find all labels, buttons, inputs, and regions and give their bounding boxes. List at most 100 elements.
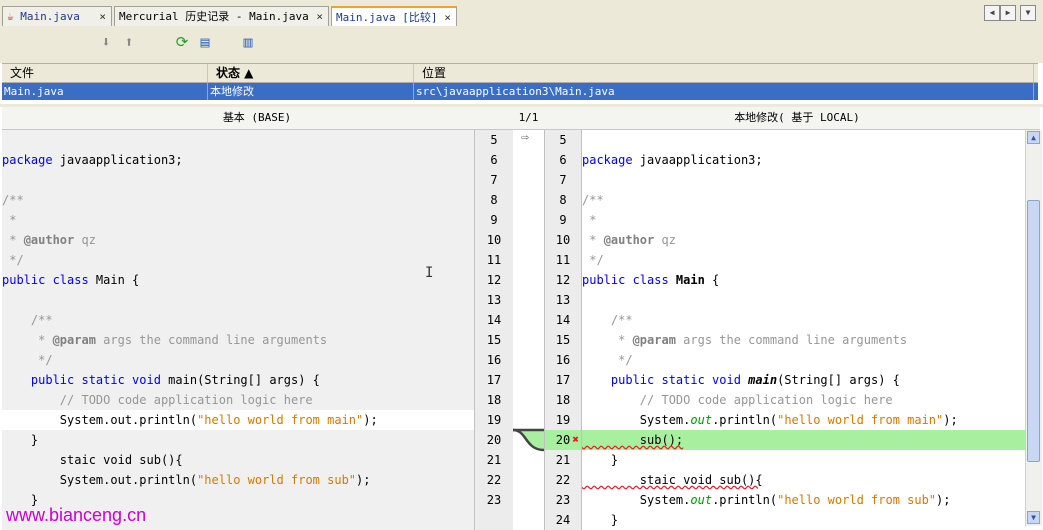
code-line: */ (2, 253, 24, 267)
line-number: 15 (486, 333, 502, 347)
code-line: public class Main { (582, 273, 720, 287)
close-icon[interactable]: × (316, 7, 323, 27)
code-line: * @param args the command line arguments (2, 333, 328, 347)
code-line: } (582, 453, 619, 467)
base-title: 基本 (BASE) (222, 111, 292, 124)
line-number: 11 (555, 253, 571, 267)
line-number: 12 (555, 273, 571, 287)
change-connector (513, 428, 544, 452)
code-line: /** (582, 193, 604, 207)
line-number: 22 (486, 473, 502, 487)
code-line: package javaapplication3; (582, 153, 763, 167)
code-line: * (582, 213, 597, 227)
update-icon[interactable]: ▤ (196, 33, 214, 51)
next-difference-icon[interactable]: ⬇ (97, 33, 115, 51)
code-line: */ (582, 253, 604, 267)
tab-label: Mercurial 历史记录 - Main.java (119, 10, 309, 23)
line-number: 15 (555, 333, 571, 347)
line-number: 21 (555, 453, 571, 467)
scroll-right-icon[interactable]: ▶ (1000, 5, 1016, 21)
java-file-icon: ☕ (7, 10, 14, 23)
tab-main-java-compare[interactable]: Main.java [比较] × (331, 6, 457, 26)
column-file[interactable]: 文件 (2, 64, 208, 82)
code-line: * @author qz (582, 233, 676, 247)
code-line: staic void sub(){ (2, 453, 183, 467)
line-number: 9 (490, 213, 498, 227)
diff-connector: ⇨ (513, 130, 544, 530)
line-number: 22 (555, 473, 571, 487)
code-line: * (2, 213, 17, 227)
tab-list-icon[interactable]: ▼ (1020, 5, 1036, 21)
tab-main-java[interactable]: ☕ Main.java × (2, 6, 112, 26)
difference-counter: 1/1 (518, 111, 539, 124)
code-line: staic void sub(){ (582, 473, 763, 487)
text-cursor-icon: I (425, 265, 434, 281)
scroll-thumb[interactable] (1027, 200, 1040, 462)
scroll-left-icon[interactable]: ◀ (984, 5, 1000, 21)
cell-location: src\javaapplication3\Main.java (414, 83, 1034, 100)
scroll-down-icon[interactable]: ▼ (1027, 511, 1040, 524)
code-line: public static void main(String[] args) { (582, 373, 900, 387)
scroll-up-icon[interactable]: ▲ (1027, 131, 1040, 144)
code-line: * @author qz (2, 233, 96, 247)
close-icon[interactable]: × (444, 8, 451, 28)
line-number: 7 (490, 173, 498, 187)
line-number: 20 (475, 430, 513, 450)
column-status[interactable]: 状态 ▲ (208, 64, 414, 82)
line-number: 13 (555, 293, 571, 307)
editor-tab-bar: ☕ Main.java × Mercurial 历史记录 - Main.java… (0, 0, 1043, 28)
line-number: 21 (486, 453, 502, 467)
diff-toolbar: ⬇ ⬆ ⟳ ▤ ▥ (0, 27, 1043, 63)
code-line: /** (2, 193, 24, 207)
line-number: 16 (555, 353, 571, 367)
code-line: /** (582, 313, 633, 327)
refresh-icon[interactable]: ⟳ (173, 33, 191, 51)
line-number: 17 (486, 373, 502, 387)
line-number: 10 (555, 233, 571, 247)
line-number: 7 (559, 173, 567, 187)
code-line: // TODO code application logic here (582, 393, 893, 407)
line-number: 8 (559, 193, 567, 207)
column-location[interactable]: 位置 (414, 64, 1034, 82)
line-number: 13 (486, 293, 502, 307)
cell-file: Main.java (2, 83, 208, 100)
watermark: www.bianceng.cn (6, 505, 147, 525)
code-line: package javaapplication3; (2, 153, 183, 167)
close-icon[interactable]: × (99, 7, 106, 27)
line-number: 6 (490, 153, 498, 167)
code-line: public static void main(String[] args) { (2, 373, 320, 387)
local-line-numbers: 5 6 7 8 9 10 11 12 13 14 15 16 17 18 19 20 ✖ 21 22 23 24 (544, 130, 582, 530)
line-number: 18 (486, 393, 502, 407)
cell-status: 本地修改 (208, 83, 414, 100)
commit-icon[interactable]: ▥ (239, 33, 257, 51)
base-code-pane[interactable]: package javaapplication3; /** * * @autho… (2, 130, 474, 530)
line-number: 5 (559, 133, 567, 147)
local-code-pane[interactable]: package javaapplication3; /** * * @autho… (582, 130, 1025, 530)
base-line-numbers: 5 6 7 8 9 10 11 12 13 14 15 16 17 18 19 20 21 22 23 (474, 130, 514, 530)
code-line: } (2, 433, 39, 447)
diff-header: 基本 (BASE) 1/1 本地修改( 基于 LOCAL) (2, 107, 1040, 130)
error-icon[interactable]: ✖ (572, 430, 579, 450)
tab-mercurial-history[interactable]: Mercurial 历史记录 - Main.java × (114, 6, 329, 26)
vertical-scrollbar[interactable]: ▲ ▼ (1025, 130, 1042, 526)
line-number: 8 (490, 193, 498, 207)
line-number: 16 (486, 353, 502, 367)
code-line: public class Main { (2, 273, 140, 287)
table-row[interactable]: Main.java 本地修改 src\javaapplication3\Main… (2, 83, 1038, 100)
code-line: /** (2, 313, 53, 327)
line-number: 19 (486, 413, 502, 427)
file-table-header: 文件 状态 ▲ 位置 (2, 63, 1038, 83)
code-line: */ (582, 353, 633, 367)
line-number: 18 (555, 393, 571, 407)
line-number: 12 (486, 273, 502, 287)
line-number: 23 (555, 493, 571, 507)
code-line: System.out.println("hello world from sub… (582, 493, 951, 507)
code-line: // TODO code application logic here (2, 393, 313, 407)
code-line: System.out.println("hello world from mai… (582, 413, 958, 427)
line-number: 17 (555, 373, 571, 387)
line-number: 19 (555, 413, 571, 427)
code-line: */ (2, 353, 53, 367)
previous-difference-icon[interactable]: ⬆ (120, 33, 138, 51)
line-number: 23 (486, 493, 502, 507)
code-line-added: sub(); (582, 433, 684, 447)
